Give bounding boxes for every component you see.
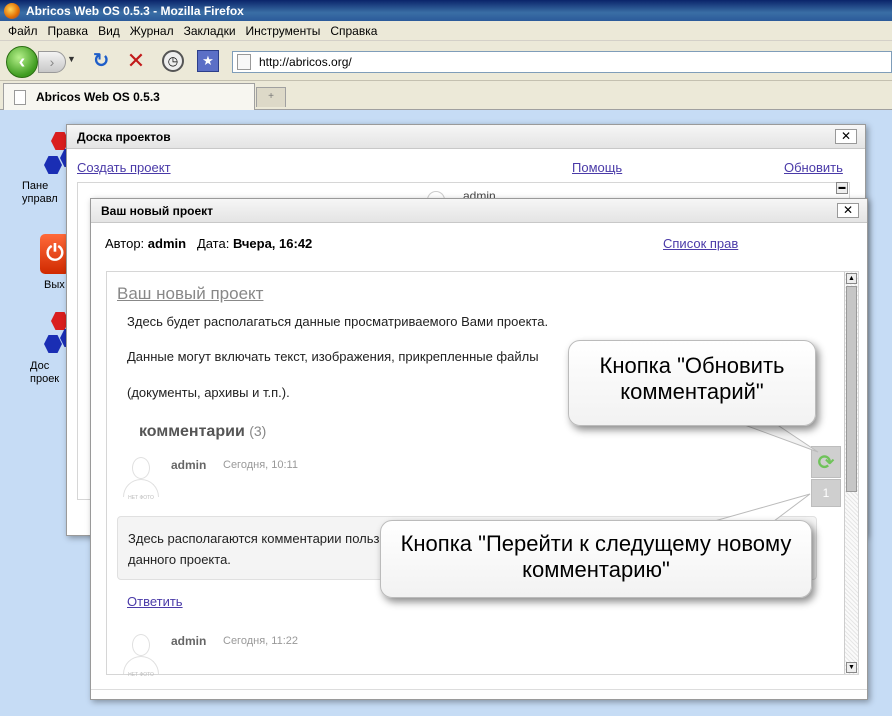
project-content: Ваш новый проект Здесь будет располагать… [106,271,859,678]
desktop-label-logout[interactable]: Вых [44,279,68,291]
browser-window-title: Abricos Web OS 0.5.3 - Mozilla Firefox [26,3,244,18]
help-link[interactable]: Помощь [572,160,622,175]
history-clock-icon[interactable]: ◷ [162,50,184,72]
refresh-link[interactable]: Обновить [784,160,843,175]
menu-history[interactable]: Журнал [130,24,174,38]
project-board-title: Доска проектов [77,129,171,144]
next-new-comment-counter: 1 [822,486,830,500]
navigation-toolbar: ‹ › ▼ ↻ ✕ ◷ ★ http://abricos.org/ [0,41,892,81]
menu-view[interactable]: Вид [98,24,120,38]
menu-file[interactable]: Файл [8,24,38,38]
author-name: admin [147,236,187,251]
project-heading[interactable]: Ваш новый проект [117,284,263,304]
comments-count: (3) [249,423,267,439]
new-tab-button[interactable]: + [256,87,286,107]
projects-icon-blue[interactable] [44,335,62,353]
menu-bookmarks[interactable]: Закладки [184,24,236,38]
comment-time: Сегодня, 10:11 [223,459,298,471]
comment-time: Сегодня, 11:22 [223,635,298,647]
avatar-head [132,634,150,656]
project-paragraph-3: (документы, архивы и т.п.). [127,385,290,400]
project-paragraph-2: Данные могут включать текст, изображения… [127,349,539,364]
browser-title-bar: Abricos Web OS 0.5.3 - Mozilla Firefox [0,0,892,21]
avatar-caption: НЕТ ФОТО [128,495,154,501]
tab-title: Abricos Web OS 0.5.3 [36,90,160,104]
project-meta: Автор: admin Дата: Вчера, 16:42 [105,236,312,251]
page-icon [237,54,251,70]
back-button[interactable]: ‹ [6,46,38,78]
comment-text-line-1: Здесь располагаются комментарии пользова… [128,531,407,546]
history-dropdown-icon[interactable]: ▼ [67,54,76,64]
tab-abricos[interactable]: Abricos Web OS 0.5.3 [3,83,255,110]
control-panel-icon-blue[interactable] [44,156,62,174]
scroll-up-arrow-icon[interactable]: ▬ [836,182,848,194]
project-window-title: Ваш новый проект [101,203,214,218]
tab-strip: Abricos Web OS 0.5.3 + [0,81,892,110]
comment-author: admin [171,634,207,648]
content-scrollbar[interactable]: ▲ ▼ [844,272,858,674]
menu-bar: Файл Правка Вид Журнал Закладки Инструме… [0,21,892,41]
menu-tools[interactable]: Инструменты [246,24,321,38]
url-bar[interactable]: http://abricos.org/ [232,51,892,73]
refresh-callout-text: Кнопка "Обновить комментарий" [599,353,785,405]
stop-icon[interactable]: ✕ [125,50,147,72]
forward-button[interactable]: › [38,51,66,73]
menu-edit[interactable]: Правка [48,24,89,38]
url-text[interactable]: http://abricos.org/ [259,55,352,69]
date-label: Дата: [196,236,230,251]
scroll-thumb[interactable] [846,286,857,492]
comments-title: комментарии [139,423,245,440]
author-label: Автор: [105,236,145,251]
project-date: Вчера, 16:42 [232,236,313,251]
comment-avatar: НЕТ ФОТО [119,632,163,682]
rights-list-link[interactable]: Список прав [663,236,738,251]
close-icon[interactable]: ✕ [837,203,859,218]
next-callout: Кнопка "Перейти к следущему новому комме… [380,520,812,598]
next-callout-text: Кнопка "Перейти к следущему новому комме… [400,531,792,583]
project-board-header: Доска проектов ✕ [67,125,865,149]
avatar-caption: НЕТ ФОТО [128,672,154,678]
comments-header: комментарии (3) [139,423,266,441]
scroll-up-arrow-icon[interactable]: ▲ [846,273,857,284]
comment-text-line-2: данного проекта. [128,552,231,567]
comment-avatar: НЕТ ФОТО [119,455,163,505]
close-icon[interactable]: ✕ [835,129,857,144]
reply-link[interactable]: Ответить [127,594,183,609]
refresh-icon: ⟳ [817,451,835,474]
bookmark-star-icon[interactable]: ★ [197,50,219,72]
refresh-callout: Кнопка "Обновить комментарий" [568,340,816,426]
avatar-head [132,457,150,479]
project-window-header: Ваш новый проект ✕ [91,199,867,223]
project-paragraph-1: Здесь будет располагаться данные просмат… [127,314,549,329]
reload-icon[interactable]: ↻ [90,50,112,72]
create-project-link[interactable]: Создать проект [77,160,171,175]
window-footer [91,689,867,699]
scroll-down-arrow-icon[interactable]: ▼ [846,662,857,673]
firefox-icon [4,2,20,19]
comment-author: admin [171,458,207,472]
menu-help[interactable]: Справка [330,24,377,38]
refresh-comments-button[interactable]: ⟳ [811,446,841,478]
next-new-comment-button[interactable]: 1 [811,479,841,507]
page-icon [14,89,26,105]
